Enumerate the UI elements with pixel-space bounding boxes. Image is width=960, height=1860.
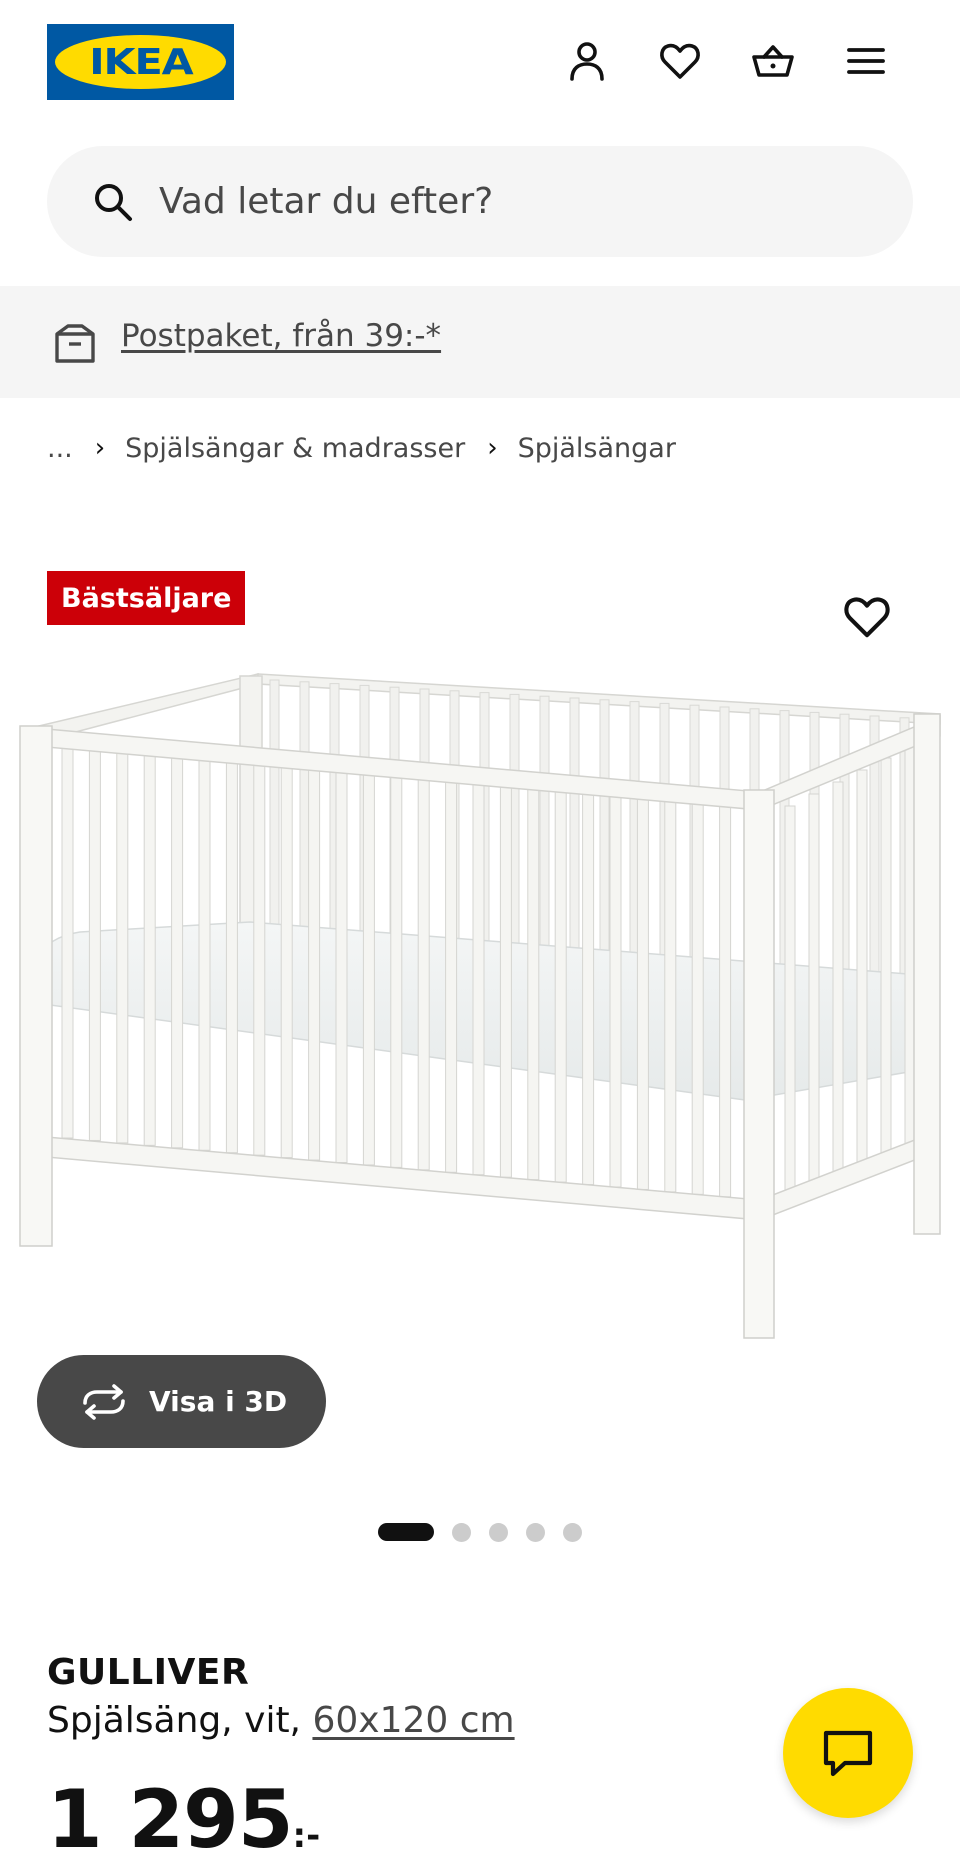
product-size-link[interactable]: 60x120 cm [312,1700,514,1741]
price-suffix: :- [292,1816,321,1856]
product-image[interactable] [0,660,960,1350]
crib-front-slat [691,799,704,1195]
user-icon[interactable] [562,36,612,86]
hamburger-menu-icon[interactable] [841,36,891,86]
crib-front-slat [198,755,211,1151]
crib-front-slat [499,782,512,1178]
logo-oval: IKEA [55,35,226,89]
product-price: 1 295:- [47,1780,320,1860]
search-icon [95,184,132,221]
parcel-icon [55,324,95,363]
carousel-dot[interactable] [526,1522,545,1542]
crib-front-slat [719,802,732,1198]
crib-front-slat [335,768,348,1163]
crib-front-slat [390,772,403,1168]
product-name: GULLIVER [47,1652,250,1693]
logo-text: IKEA [88,41,193,83]
chat-icon [823,1730,873,1777]
site-header: IKEA [0,0,960,122]
crib-front-slat [445,777,458,1173]
crib-side-slat [784,805,796,1207]
product-description: Spjälsäng, vit, 60x120 cm [47,1700,515,1741]
crib-front-slat [472,780,485,1176]
crib-front-slat [143,750,156,1146]
crib-front-slat [308,765,321,1161]
breadcrumb: ... › Spjälsängar & madrasser › Spjälsän… [47,428,676,468]
crib-side-slat [856,769,868,1171]
breadcrumb-item[interactable]: Spjälsängar & madrasser [125,433,465,464]
heart-icon[interactable] [842,592,892,642]
view-3d-label: Visa i 3D [149,1385,288,1418]
crib-front-slat [417,775,430,1171]
crib-side-slat [808,793,820,1195]
crib-side-slat [880,757,892,1159]
breadcrumb-ellipsis[interactable]: ... [47,433,73,464]
crib-front-slat [253,760,266,1156]
carousel-dot[interactable] [452,1522,471,1542]
price-value: 1 295 [47,1773,294,1860]
crib-front-slat [664,797,677,1193]
chevron-right-icon: › [487,433,498,463]
search-bar[interactable] [47,146,913,257]
badge-label: Bästsäljare [61,582,232,614]
crib-front-slat [362,770,375,1166]
breadcrumb-item[interactable]: Spjälsängar [518,433,676,464]
image-carousel-indicator [378,1522,600,1542]
crib-front-slat [61,743,74,1139]
crib-side-slat [832,781,844,1183]
crib-front-slat [88,745,101,1141]
crib-front-slat [116,748,129,1144]
search-input[interactable] [159,146,859,257]
crib-front-slat [171,753,184,1149]
carousel-dot-active[interactable] [378,1523,434,1541]
heart-icon[interactable] [655,36,705,86]
crib-front-slat [554,787,567,1183]
crib-front-slat [225,758,238,1154]
carousel-dot[interactable] [563,1522,582,1542]
shopping-bag-icon[interactable] [748,36,798,86]
carousel-dot[interactable] [489,1522,508,1542]
crib-front-slat [582,790,595,1186]
chat-button[interactable] [783,1688,913,1818]
bestseller-badge: Bästsäljare [47,571,246,625]
crib-front-slat [527,785,540,1181]
rotate-3d-icon [83,1384,125,1420]
view-3d-button[interactable]: Visa i 3D [37,1355,326,1448]
promo-banner: Postpaket, från 39:-* [0,286,960,398]
crib-front-slat [609,792,622,1188]
crib-front-slat [280,763,293,1159]
chevron-right-icon: › [94,433,106,463]
product-description-text: Spjälsäng, vit, [47,1700,313,1741]
promo-link[interactable]: Postpaket, från 39:-* [121,318,441,354]
ikea-logo[interactable]: IKEA [47,24,234,100]
crib-front-slat [636,794,649,1190]
